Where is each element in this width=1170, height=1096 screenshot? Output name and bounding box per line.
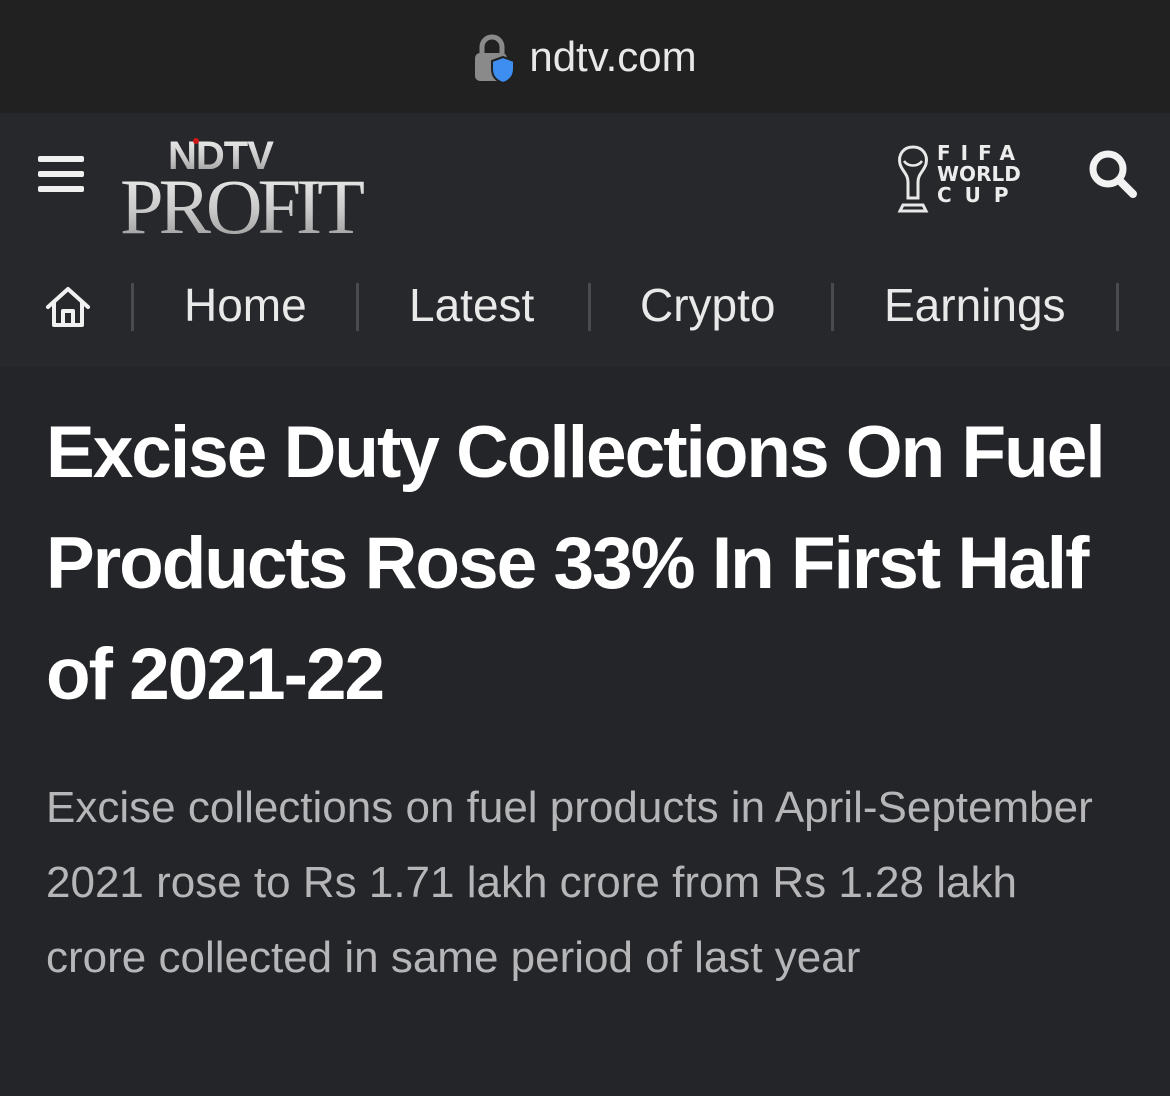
- fifa-line-1: FIFA: [937, 141, 1025, 165]
- fifa-line-2: WORLD: [937, 162, 1021, 186]
- site-header: NDTV PROFIT FIFA WORLD CUP: [0, 113, 1170, 243]
- nav-divider: [356, 283, 359, 331]
- nav-item-earnings[interactable]: Earnings: [884, 277, 1066, 333]
- fifa-line-3: CUP: [937, 183, 1022, 207]
- nav-divider: [831, 283, 834, 331]
- nav-divider: [1116, 283, 1119, 331]
- nav-item-home[interactable]: Home: [184, 277, 307, 333]
- lock-icon: [475, 34, 516, 84]
- nav-divider: [588, 283, 591, 331]
- article: Excise Duty Collections On Fuel Products…: [0, 367, 1170, 995]
- article-summary: Excise collections on fuel products in A…: [46, 783, 1093, 982]
- url-text: ndtv.com: [529, 32, 697, 80]
- search-icon[interactable]: [1086, 147, 1142, 203]
- nav-item-crypto[interactable]: Crypto: [640, 277, 775, 333]
- section-nav: Home Latest Crypto Earnings: [0, 243, 1170, 367]
- trophy-icon: [897, 145, 929, 213]
- ndtv-profit-logo[interactable]: NDTV PROFIT: [120, 131, 370, 241]
- menu-icon[interactable]: [38, 156, 84, 196]
- fifa-world-cup-badge[interactable]: FIFA WORLD CUP: [895, 141, 1025, 225]
- home-icon[interactable]: [44, 283, 92, 331]
- nav-item-latest[interactable]: Latest: [409, 277, 534, 333]
- logo-bottom-text: PROFIT: [120, 163, 364, 241]
- article-headline[interactable]: Excise Duty Collections On Fuel Products…: [46, 397, 1124, 730]
- nav-divider: [131, 283, 134, 331]
- browser-url-bar[interactable]: ndtv.com: [0, 0, 1170, 113]
